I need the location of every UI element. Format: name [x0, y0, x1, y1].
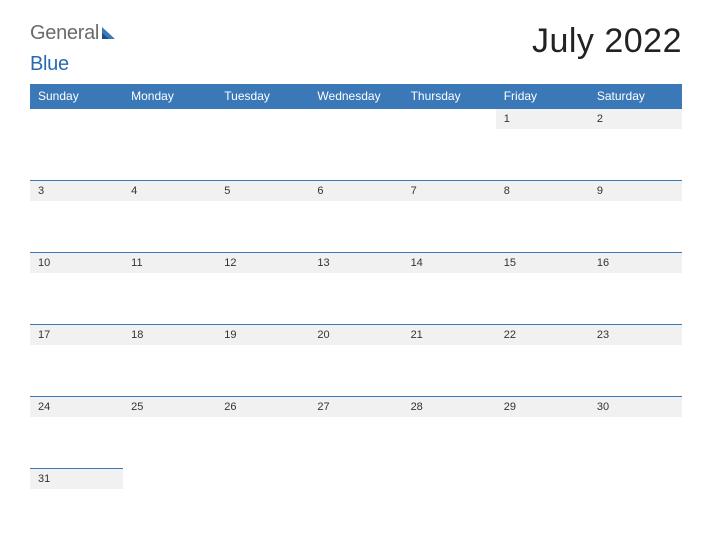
calendar-cell: 23 — [589, 325, 682, 397]
brand-word-general: General — [30, 22, 99, 45]
day-number: 22 — [496, 325, 589, 345]
calendar-cell: 4 — [123, 181, 216, 253]
calendar-cell: 12 — [216, 253, 309, 325]
calendar-table: Sunday Monday Tuesday Wednesday Thursday… — [30, 84, 682, 541]
day-number: 7 — [403, 181, 496, 201]
calendar-cell: 2 — [589, 109, 682, 181]
day-number: 30 — [589, 397, 682, 417]
calendar-cell: . — [216, 469, 309, 541]
day-header: Tuesday — [216, 84, 309, 109]
calendar-cell: 25 — [123, 397, 216, 469]
calendar-cell: 21 — [403, 325, 496, 397]
calendar-cell: 13 — [309, 253, 402, 325]
calendar-cell: 22 — [496, 325, 589, 397]
day-number: 28 — [403, 397, 496, 417]
calendar-cell: 20 — [309, 325, 402, 397]
calendar-cell: 18 — [123, 325, 216, 397]
calendar-cell: 31 — [30, 469, 123, 541]
calendar-body: .....12345678910111213141516171819202122… — [30, 109, 682, 541]
calendar-cell: 14 — [403, 253, 496, 325]
day-header: Sunday — [30, 84, 123, 109]
sail-icon — [101, 26, 117, 40]
calendar-cell: 30 — [589, 397, 682, 469]
day-header: Wednesday — [309, 84, 402, 109]
calendar-cell: 24 — [30, 397, 123, 469]
day-number: 18 — [123, 325, 216, 345]
day-header: Monday — [123, 84, 216, 109]
day-number: 25 — [123, 397, 216, 417]
calendar-cell: 8 — [496, 181, 589, 253]
calendar-week-row: 24252627282930 — [30, 397, 682, 469]
calendar-cell: 29 — [496, 397, 589, 469]
calendar-week-row: .....12 — [30, 109, 682, 181]
calendar-cell: 27 — [309, 397, 402, 469]
day-number: 21 — [403, 325, 496, 345]
calendar-cell: 19 — [216, 325, 309, 397]
calendar-header-row: Sunday Monday Tuesday Wednesday Thursday… — [30, 84, 682, 109]
calendar-cell: 16 — [589, 253, 682, 325]
day-header: Thursday — [403, 84, 496, 109]
calendar-cell: . — [403, 109, 496, 181]
day-number: 27 — [309, 397, 402, 417]
day-number: 24 — [30, 397, 123, 417]
calendar-cell: 7 — [403, 181, 496, 253]
day-number: 11 — [123, 253, 216, 273]
day-number: 26 — [216, 397, 309, 417]
calendar-cell: 17 — [30, 325, 123, 397]
calendar-cell: . — [216, 109, 309, 181]
calendar-cell: . — [123, 109, 216, 181]
day-number: 5 — [216, 181, 309, 201]
day-number: 4 — [123, 181, 216, 201]
day-number: 9 — [589, 181, 682, 201]
calendar-cell: 3 — [30, 181, 123, 253]
calendar-cell: . — [309, 469, 402, 541]
calendar-cell: . — [496, 469, 589, 541]
calendar-week-row: 17181920212223 — [30, 325, 682, 397]
day-number: 6 — [309, 181, 402, 201]
brand-logo: General — [30, 22, 117, 45]
day-number: 16 — [589, 253, 682, 273]
day-number: 23 — [589, 325, 682, 345]
calendar-cell: 5 — [216, 181, 309, 253]
month-title: July 2022 — [532, 22, 682, 61]
calendar-cell: 15 — [496, 253, 589, 325]
day-header: Saturday — [589, 84, 682, 109]
day-number: 29 — [496, 397, 589, 417]
calendar-week-row: 3456789 — [30, 181, 682, 253]
day-number: 13 — [309, 253, 402, 273]
calendar-week-row: 31...... — [30, 469, 682, 541]
day-number: 31 — [30, 469, 123, 489]
day-number: 17 — [30, 325, 123, 345]
calendar-cell: . — [309, 109, 402, 181]
calendar-cell: 11 — [123, 253, 216, 325]
calendar-cell: . — [589, 469, 682, 541]
calendar-cell: 28 — [403, 397, 496, 469]
day-number: 12 — [216, 253, 309, 273]
brand-word-blue: Blue — [30, 53, 69, 75]
day-number: 2 — [589, 109, 682, 129]
day-header: Friday — [496, 84, 589, 109]
calendar-cell: 10 — [30, 253, 123, 325]
day-number: 14 — [403, 253, 496, 273]
calendar-cell: 6 — [309, 181, 402, 253]
calendar-cell: 9 — [589, 181, 682, 253]
calendar-week-row: 10111213141516 — [30, 253, 682, 325]
day-number: 10 — [30, 253, 123, 273]
day-number: 19 — [216, 325, 309, 345]
calendar-cell: . — [30, 109, 123, 181]
calendar-cell: 1 — [496, 109, 589, 181]
day-number: 8 — [496, 181, 589, 201]
day-number: 1 — [496, 109, 589, 129]
day-number: 3 — [30, 181, 123, 201]
calendar-cell: . — [123, 469, 216, 541]
day-number: 15 — [496, 253, 589, 273]
calendar-cell: 26 — [216, 397, 309, 469]
calendar-cell: . — [403, 469, 496, 541]
day-number: 20 — [309, 325, 402, 345]
